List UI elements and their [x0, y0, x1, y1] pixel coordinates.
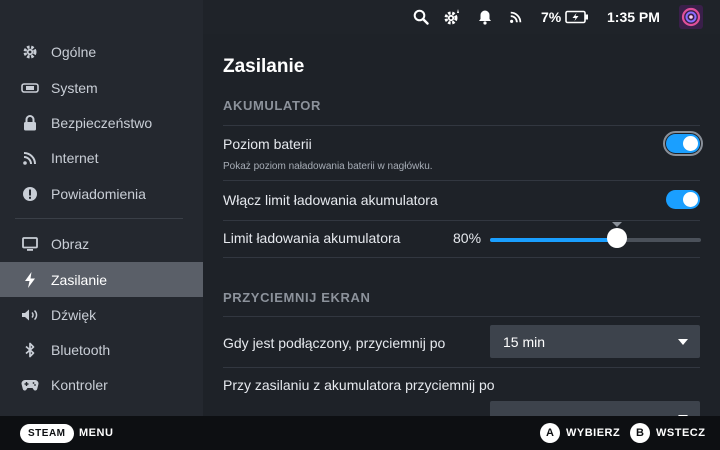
dropdown-value: 15 min [503, 333, 546, 350]
b-button-icon[interactable]: B [630, 423, 650, 443]
battery-level-description: Pokaż poziom naładowania baterii w nagłó… [223, 161, 433, 172]
sidebar-item-controller[interactable]: Kontroler [0, 367, 203, 402]
monitor-icon [20, 234, 40, 254]
section-header-dim-screen: PRZYCIEMNIJ EKRAN [223, 290, 371, 305]
dim-plugged-label: Gdy jest podłączony, przyciemnij po [223, 335, 446, 351]
sidebar-item-internet[interactable]: Internet [0, 140, 203, 175]
dim-plugged-dropdown[interactable]: 15 min [490, 325, 700, 358]
sidebar-item-bluetooth[interactable]: Bluetooth [0, 332, 203, 367]
charge-limit-slider-track[interactable] [490, 238, 701, 242]
menu-label: MENU [79, 427, 114, 439]
sidebar-item-label: Bluetooth [51, 341, 111, 358]
sidebar-item-label: Zasilanie [51, 271, 108, 288]
wifi-icon [20, 148, 40, 168]
sidebar-item-label: Internet [51, 149, 99, 166]
battery-level-toggle[interactable] [666, 134, 700, 153]
sidebar-item-general[interactable]: Ogólne [0, 34, 203, 69]
search-icon[interactable] [413, 7, 429, 27]
dim-battery-label: Przy zasilaniu z akumulatora przyciemnij… [223, 377, 495, 393]
sidebar-divider [15, 218, 183, 219]
dim-battery-dropdown[interactable] [490, 401, 700, 416]
divider [223, 316, 700, 317]
divider [223, 257, 700, 258]
chevron-down-icon [678, 338, 688, 345]
toggle-knob [683, 192, 698, 207]
sidebar-item-display[interactable]: Obraz [0, 226, 203, 261]
main-panel: Zasilanie AKUMULATOR Poziom baterii Poka… [203, 34, 720, 416]
sidebar-item-label: Dźwięk [51, 306, 97, 323]
footer-bar: STEAM MENU A WYBIERZ B WSTECZ [0, 416, 720, 450]
sidebar-item-label: Obraz [51, 235, 90, 252]
section-header-battery: AKUMULATOR [223, 98, 321, 113]
charge-limit-slider-fill [490, 238, 617, 242]
battery-charging-icon[interactable] [565, 7, 589, 27]
divider [223, 125, 700, 126]
a-button-icon[interactable]: A [540, 423, 560, 443]
divider [223, 220, 700, 221]
speaker-icon [20, 305, 40, 325]
sidebar-item-sound[interactable]: Dźwięk [0, 297, 203, 332]
clock-time: 1:35 PM [607, 9, 660, 25]
toggle-knob [683, 136, 698, 151]
sidebar-item-label: Ogólne [51, 43, 97, 60]
bluetooth-icon [20, 340, 40, 360]
steam-button[interactable]: STEAM [20, 424, 74, 443]
avatar[interactable] [679, 5, 703, 29]
charge-limit-value: 80% [453, 230, 482, 246]
bolt-icon [20, 270, 40, 290]
top-bar: 7% 1:35 PM [203, 0, 720, 34]
sidebar-item-label: Kontroler [51, 376, 108, 393]
sidebar-item-label: System [51, 79, 98, 96]
bell-icon[interactable] [478, 7, 492, 27]
wifi-status-icon[interactable] [509, 7, 523, 27]
sidebar-item-label: Powiadomienia [51, 185, 146, 202]
back-label: WSTECZ [656, 427, 706, 439]
sidebar-item-security[interactable]: Bezpieczeństwo [0, 105, 203, 140]
divider [223, 180, 700, 181]
battery-percent: 7% [541, 9, 562, 25]
notification-icon [20, 184, 40, 204]
charge-limit-toggle-label: Włącz limit ładowania akumulatora [223, 192, 438, 208]
battery-level-label: Poziom baterii [223, 136, 312, 152]
steamdeck-icon [20, 78, 40, 98]
divider [223, 367, 700, 368]
sidebar-item-notifications[interactable]: Powiadomienia [0, 176, 203, 211]
settings-gear-icon[interactable] [443, 7, 463, 27]
charge-limit-toggle[interactable] [666, 190, 700, 209]
charge-limit-slider-thumb[interactable] [606, 228, 627, 248]
lock-icon [20, 113, 40, 133]
sidebar-item-system[interactable]: System [0, 70, 203, 105]
charge-limit-label: Limit ładowania akumulatora [223, 230, 401, 246]
gamepad-icon [20, 375, 40, 395]
sidebar: Ogólne System Bezpieczeństwo Internet Po… [0, 0, 203, 416]
gear-icon [20, 42, 40, 62]
sidebar-item-label: Bezpieczeństwo [51, 114, 153, 131]
slider-default-marker [611, 222, 622, 227]
select-label: WYBIERZ [566, 427, 621, 439]
page-title: Zasilanie [223, 56, 305, 77]
sidebar-item-power[interactable]: Zasilanie [0, 262, 203, 297]
